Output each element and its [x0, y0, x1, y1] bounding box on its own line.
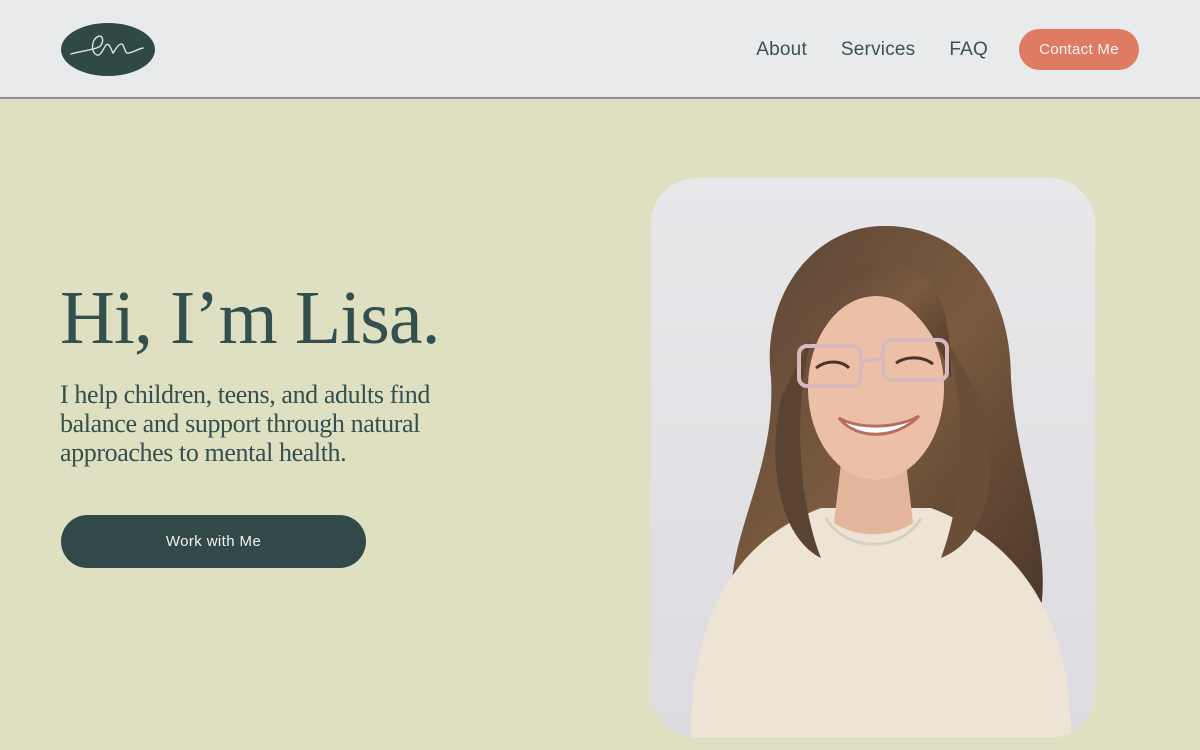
- nav-services-link[interactable]: Services: [841, 39, 915, 61]
- nav-faq-link[interactable]: FAQ: [949, 39, 988, 61]
- site-header: About Services FAQ Contact Me: [0, 0, 1200, 99]
- work-with-me-button[interactable]: Work with Me: [61, 515, 366, 568]
- main-nav: About Services FAQ Contact Me: [756, 29, 1139, 70]
- hero-title: Hi, I’m Lisa.: [60, 276, 441, 360]
- nav-about-link[interactable]: About: [756, 39, 807, 61]
- logo-icon[interactable]: [61, 23, 155, 76]
- hero-subtitle: I help children, teens, and adults find …: [60, 380, 430, 467]
- portrait-photo: [651, 178, 1095, 738]
- contact-me-button[interactable]: Contact Me: [1019, 29, 1139, 70]
